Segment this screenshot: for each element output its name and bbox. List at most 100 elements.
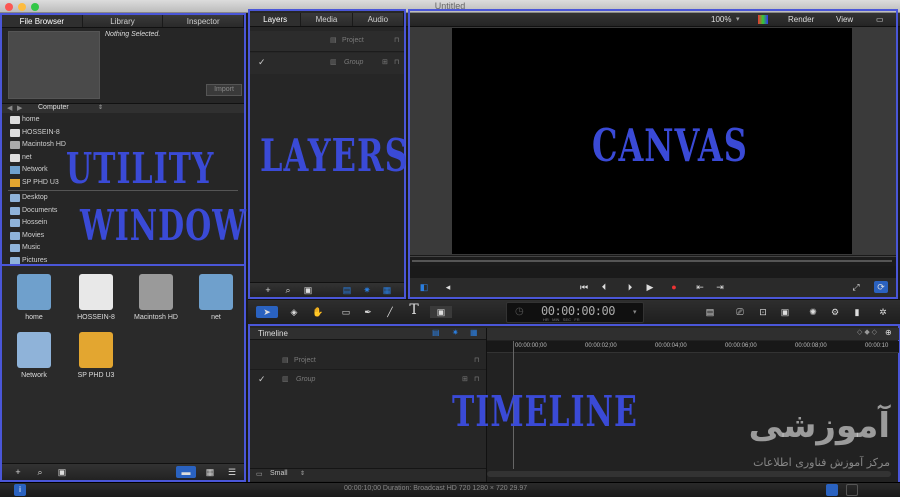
layers-bottom-bar: + ⌕ ▣ ▤ ✷ ▦ [250, 282, 404, 297]
timeline-row-checkbox[interactable]: ✓ [258, 374, 266, 385]
select-tool-icon[interactable]: ➤ [256, 306, 278, 318]
grid-item-label: home [25, 314, 43, 321]
preview-icon[interactable]: ▣ [56, 466, 68, 478]
tab-file-browser[interactable]: File Browser [2, 15, 83, 27]
mask-tool-icon[interactable]: ▣ [430, 306, 452, 318]
layout-single-icon[interactable] [826, 484, 838, 496]
mini-timeline[interactable] [410, 256, 896, 266]
timeline-row-name: Project [294, 357, 316, 364]
add-layer-icon[interactable]: + [262, 284, 274, 296]
tab-audio[interactable]: Audio [353, 13, 404, 26]
grid-item[interactable]: Macintosh HD [124, 274, 188, 321]
filmstrip-icon[interactable]: ▤ [340, 284, 354, 296]
size-select[interactable]: Small [270, 470, 288, 477]
expand-icon[interactable]: ⤢ [850, 281, 862, 293]
forward-icon[interactable]: ▶ [17, 104, 22, 112]
filter-icon[interactable]: ✺ [804, 306, 822, 318]
lock-icon[interactable]: ⊓ [474, 375, 479, 383]
media-icon[interactable]: ▤ [700, 306, 720, 318]
lock-icon[interactable]: ⊓ [394, 36, 399, 44]
layer-row[interactable]: ✓ ▥ Group ⊞ ⊓ [250, 53, 404, 74]
light-icon[interactable]: ⊡ [754, 306, 772, 318]
lock-icon[interactable]: ⊓ [394, 58, 399, 66]
list-view-icon[interactable]: ☰ [224, 466, 240, 478]
list-item[interactable]: home [2, 114, 244, 127]
step-back-icon[interactable]: ⏴ [598, 281, 610, 293]
grid-view-icon[interactable]: ▦ [202, 466, 218, 478]
keyframe-nav-icon[interactable]: ◇ ◆ ◇ [857, 328, 877, 336]
thumbnail-icon[interactable]: ▣ [302, 284, 314, 296]
folder-icon [10, 206, 20, 215]
camera-icon[interactable]: ⎚ [730, 306, 750, 318]
go-to-start-icon[interactable]: ⏮ [578, 281, 590, 293]
grid-item[interactable]: net [184, 274, 248, 321]
grid-item[interactable]: Network [2, 332, 66, 379]
blend-icon[interactable]: ⊞ [462, 375, 468, 383]
search-icon[interactable]: ⌕ [282, 284, 294, 296]
preview-area [8, 31, 100, 99]
generator-icon[interactable]: ▣ [776, 306, 794, 318]
folder-view-icon[interactable]: ▬ [176, 466, 196, 478]
rectangle-tool-icon[interactable]: ▭ [336, 306, 356, 318]
loop-end-icon[interactable]: ⇥ [714, 281, 726, 293]
timeline-scrollbar[interactable] [487, 471, 891, 477]
info-icon[interactable]: i [14, 484, 26, 496]
text-tool-icon[interactable]: T [404, 303, 424, 317]
import-button[interactable]: Import [206, 84, 242, 96]
timecode-units: HR MIN SEC FR [543, 317, 580, 322]
utility-window-bottom: home HOSSEIN-8 Macintosh HD net Network … [0, 264, 246, 482]
timeline-row[interactable]: ✓ ▥ Group ⊞ ⊓ [250, 371, 486, 389]
timecode-display[interactable]: ◷ 00:00:00:00 HR MIN SEC FR ▾ [506, 302, 644, 323]
grid-item[interactable]: home [2, 274, 66, 321]
main-toolbar: ➤ ◈ ✋ ▭ ✒ ╱ T ▣ ◷ 00:00:00:00 HR MIN SEC… [248, 299, 900, 325]
timeline-header: Timeline ▤ ✷ ▦ [250, 328, 486, 340]
zoom-icon[interactable]: ⊕ [885, 328, 892, 337]
pan-tool-icon[interactable]: ✋ [308, 306, 328, 318]
step-forward-icon[interactable]: ⏵ [624, 281, 636, 293]
tab-layers[interactable]: Layers [250, 13, 302, 26]
drive-icon [10, 128, 20, 137]
usb-drive-icon [79, 332, 113, 368]
lock-icon[interactable]: ⊓ [474, 356, 479, 364]
grid-item[interactable]: HOSSEIN-8 [64, 274, 128, 321]
gear-icon[interactable]: ✷ [360, 284, 374, 296]
tab-inspector[interactable]: Inspector [163, 15, 245, 27]
audio-icon[interactable]: ◂ [442, 281, 454, 293]
timeline-ruler[interactable]: 00:00:00;00 00:00:02;00 00:00:04;00 00:0… [487, 341, 899, 353]
behavior-icon[interactable]: ⚙ [826, 306, 844, 318]
play-icon[interactable]: ▶ [644, 281, 656, 293]
layers-icon[interactable]: ▦ [380, 284, 394, 296]
record-icon[interactable]: ● [668, 281, 680, 293]
gear-icon[interactable]: ✷ [452, 328, 459, 337]
location-bar: ◀ ▶ Computer ⇕ [2, 103, 244, 113]
play-range-icon[interactable]: ◧ [418, 281, 430, 293]
list-item[interactable]: HOSSEIN-8 [2, 127, 244, 140]
search-icon[interactable]: ⌕ [34, 466, 46, 478]
timeline-row[interactable]: ▤ Project ⊓ [250, 352, 486, 370]
blend-icon[interactable]: ⊞ [382, 58, 388, 66]
grid-item[interactable]: SP PHD U3 [64, 332, 128, 379]
location-select[interactable]: Computer [38, 104, 69, 111]
timeline-row-name: Group [296, 376, 316, 383]
back-icon[interactable]: ◀ [7, 104, 12, 112]
add-icon[interactable]: + [12, 466, 24, 478]
filmstrip-icon[interactable]: ▤ [432, 328, 440, 337]
pen-tool-icon[interactable]: ✒ [358, 306, 378, 318]
layout-dual-icon[interactable] [846, 484, 858, 496]
anchor-tool-icon[interactable]: ◈ [284, 306, 304, 318]
network-icon [199, 274, 233, 310]
layers-icon[interactable]: ▦ [470, 328, 478, 337]
tab-media[interactable]: Media [301, 13, 353, 26]
loop-start-icon[interactable]: ⇤ [694, 281, 706, 293]
paint-stroke-icon[interactable]: ╱ [380, 306, 400, 318]
layer-checkbox[interactable]: ✓ [258, 57, 266, 68]
playhead-track [412, 260, 892, 262]
grid-item-label: SP PHD U3 [77, 372, 115, 379]
particle-icon[interactable]: ✲ [874, 306, 892, 318]
layer-row[interactable]: ▤ Project ⊓ [250, 31, 404, 52]
usb-drive-icon [10, 178, 20, 187]
loop-icon[interactable]: ⟳ [874, 281, 888, 293]
ruler-label: 00:00:00;00 [515, 343, 547, 349]
replicator-icon[interactable]: ▮ [848, 306, 866, 318]
tab-library[interactable]: Library [83, 15, 164, 27]
